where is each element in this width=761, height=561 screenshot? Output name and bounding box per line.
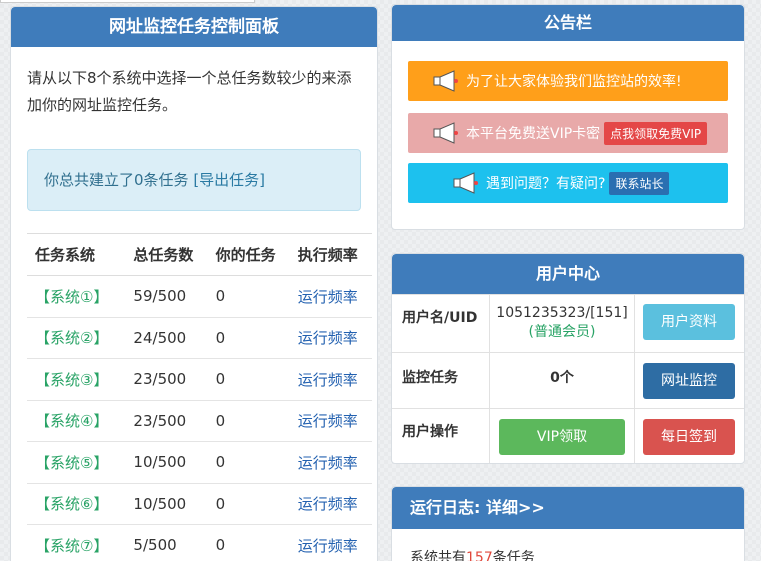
membership-text: (普通会员) [528, 324, 596, 340]
my-tasks: 0 [207, 441, 290, 484]
user-row-uid-action: 用户资料 [634, 295, 744, 352]
total-tasks: 24/500 [125, 317, 208, 359]
announcement-item-contact: 遇到问题？有疑问? 联系站长 [408, 163, 728, 203]
my-tasks: 0 [207, 358, 290, 401]
announcement-item-vip: 本平台免费送VIP卡密 点我领取免费VIP [408, 113, 728, 153]
table-row: 【系统③】 23/500 0 运行频率 [27, 358, 372, 401]
rate-link[interactable]: 运行频率 [289, 317, 372, 359]
col-header-system: 任务系统 [27, 233, 126, 276]
user-row-tasks-action: 网址监控 [634, 353, 744, 408]
announcement-text-2: 本平台免费送VIP卡密 [466, 126, 601, 142]
my-tasks: 0 [207, 317, 290, 359]
megaphone-icon [433, 70, 458, 92]
system-link[interactable]: 【系统⑥】 [27, 483, 126, 525]
system-link[interactable]: 【系统⑦】 [27, 524, 126, 561]
monitor-tasks-label: 监控任务 [402, 370, 458, 386]
my-tasks: 0 [207, 275, 290, 318]
task-count-notice: 你总共建立了0条任务 [导出任务] [27, 149, 361, 211]
contact-admin-button[interactable]: 联系站长 [609, 171, 670, 195]
user-actions-label: 用户操作 [402, 424, 458, 440]
announcement-title: 公告栏 [392, 5, 744, 41]
uid-text: 1051235323/[151] [496, 305, 628, 321]
user-row-uid: 用户名/UID 1051235323/[151] (普通会员) 用户资料 [392, 294, 744, 352]
col-header-rate: 执行频率 [289, 233, 372, 276]
table-row: 【系统②】 24/500 0 运行频率 [27, 317, 372, 359]
vip-claim-button[interactable]: VIP领取 [499, 419, 625, 455]
system-link[interactable]: 【系统②】 [27, 317, 126, 359]
task-count-value: 0个 [550, 370, 574, 386]
task-control-panel: 网址监控任务控制面板 请从以下8个系统中选择一个总任务数较少的来添加你的网址监控… [10, 6, 378, 561]
run-log-title[interactable]: 运行日志: 详细>> [392, 487, 744, 529]
rate-link[interactable]: 运行频率 [289, 358, 372, 401]
log-task-count: 157 [466, 550, 493, 561]
log-prefix: 系统共有 [410, 550, 466, 561]
my-tasks: 0 [207, 400, 290, 442]
rate-link[interactable]: 运行频率 [289, 483, 372, 525]
log-suffix: 条任务 [492, 550, 535, 561]
system-link[interactable]: 【系统①】 [27, 275, 126, 318]
total-tasks: 23/500 [125, 358, 208, 401]
system-link[interactable]: 【系统④】 [27, 400, 126, 442]
daily-checkin-button[interactable]: 每日签到 [643, 419, 735, 455]
table-row: 【系统⑦】 5/500 0 运行频率 [27, 524, 372, 561]
user-row-tasks: 监控任务 0个 网址监控 [392, 352, 744, 408]
total-tasks: 10/500 [125, 483, 208, 525]
top-edge-bar [0, 0, 255, 3]
task-count-text: 你总共建立了0条任务 [44, 171, 194, 189]
task-system-table: 任务系统 总任务数 你的任务 执行频率 【系统①】 59/500 0 运行频率 … [27, 233, 372, 561]
col-header-mine: 你的任务 [207, 233, 290, 276]
rate-link[interactable]: 运行频率 [289, 400, 372, 442]
log-summary: 系统共有157条任务 [410, 547, 535, 561]
table-header-row: 任务系统 总任务数 你的任务 执行频率 [27, 233, 372, 276]
total-tasks: 10/500 [125, 441, 208, 484]
panel-title: 网址监控任务控制面板 [11, 7, 377, 47]
url-monitor-button[interactable]: 网址监控 [643, 363, 735, 399]
user-center: 用户中心 用户名/UID 1051235323/[151] (普通会员) 用户资… [391, 253, 745, 464]
my-tasks: 0 [207, 483, 290, 525]
user-profile-button[interactable]: 用户资料 [643, 304, 735, 340]
rate-link[interactable]: 运行频率 [289, 275, 372, 318]
monitor-tasks-value: 0个 [489, 353, 634, 408]
rate-link[interactable]: 运行频率 [289, 441, 372, 484]
run-log-panel: 运行日志: 详细>> 系统共有157条任务 [391, 486, 745, 561]
user-center-title: 用户中心 [392, 254, 744, 294]
rate-link[interactable]: 运行频率 [289, 524, 372, 561]
announcement-board: 公告栏 为了让大家体验我们监控站的效率! 本平台免费送VIP卡密 点我领取免费V… [391, 4, 745, 230]
user-actions-cell: VIP领取 [489, 409, 634, 463]
claim-free-vip-button[interactable]: 点我领取免费VIP [604, 121, 708, 145]
total-tasks: 23/500 [125, 400, 208, 442]
col-header-total: 总任务数 [125, 233, 208, 276]
table-row: 【系统①】 59/500 0 运行频率 [27, 275, 372, 318]
username-label: 用户名/UID [402, 310, 478, 326]
announcement-item-efficiency[interactable]: 为了让大家体验我们监控站的效率! [408, 61, 728, 101]
export-tasks-link[interactable]: [导出任务] [193, 171, 265, 189]
total-tasks: 59/500 [125, 275, 208, 318]
announcement-text-1: 为了让大家体验我们监控站的效率! [466, 74, 682, 90]
megaphone-icon [433, 122, 458, 144]
announcement-text-3: 遇到问题？有疑问? [486, 176, 606, 192]
table-row: 【系统④】 23/500 0 运行频率 [27, 400, 372, 442]
table-row: 【系统⑥】 10/500 0 运行频率 [27, 483, 372, 525]
megaphone-icon [453, 172, 478, 194]
user-row-actions-action: 每日签到 [634, 409, 744, 463]
table-row: 【系统⑤】 10/500 0 运行频率 [27, 441, 372, 484]
system-link[interactable]: 【系统③】 [27, 358, 126, 401]
total-tasks: 5/500 [125, 524, 208, 561]
username-value: 1051235323/[151] (普通会员) [489, 295, 634, 352]
my-tasks: 0 [207, 524, 290, 561]
system-link[interactable]: 【系统⑤】 [27, 441, 126, 484]
user-row-actions: 用户操作 VIP领取 每日签到 [392, 408, 744, 463]
intro-text: 请从以下8个系统中选择一个总任务数较少的来添加你的网址监控任务。 [27, 69, 352, 114]
